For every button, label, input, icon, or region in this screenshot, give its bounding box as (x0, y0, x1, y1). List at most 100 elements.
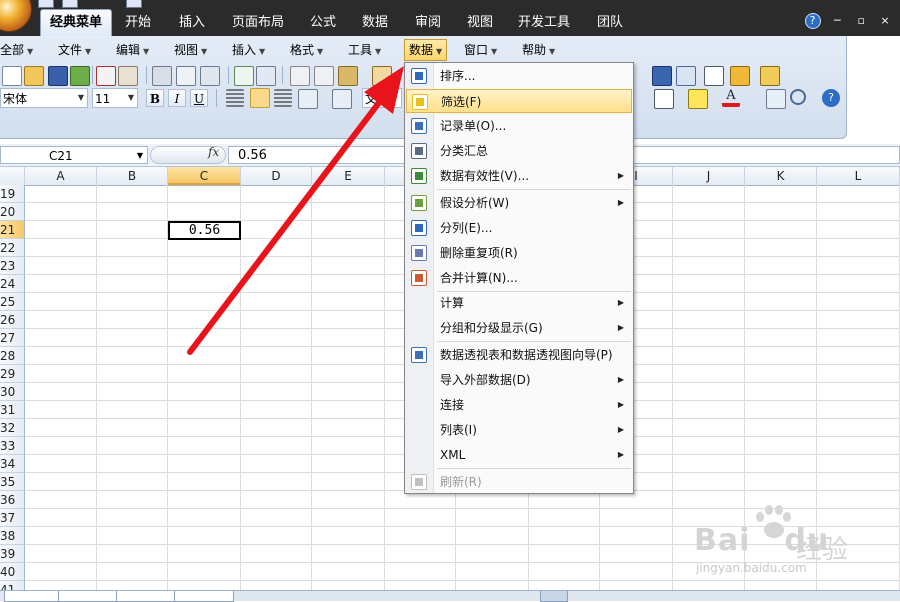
align-center-icon[interactable] (250, 88, 270, 108)
column-header[interactable]: C (168, 167, 241, 185)
menu-item[interactable]: 视图 ▼ (174, 40, 207, 60)
row-header[interactable]: 28 (0, 347, 25, 365)
ribbon-tab[interactable]: 审阅 (404, 10, 452, 36)
help-icon[interactable]: ? (822, 89, 840, 107)
font-name-select[interactable]: 宋体 ▼ (0, 88, 88, 108)
column-header[interactable]: D (241, 167, 312, 185)
sheet-tab[interactable] (116, 591, 176, 602)
drawing-icon[interactable] (676, 66, 696, 86)
minimize-icon[interactable]: ─ (830, 14, 844, 28)
open-folder-icon[interactable] (24, 66, 44, 86)
row-header[interactable]: 29 (0, 365, 25, 383)
wrap-text-icon[interactable] (332, 89, 352, 109)
ribbon-tab[interactable]: 公式 (300, 10, 346, 36)
save-icon[interactable] (48, 66, 68, 86)
row-header[interactable]: 33 (0, 437, 25, 455)
row-header[interactable]: 19 (0, 185, 25, 203)
ribbon-tab[interactable]: 经典菜单 (40, 9, 112, 36)
sheet-nav-buttons[interactable] (4, 591, 60, 602)
column-header[interactable]: K (745, 167, 817, 185)
insert-function-icon[interactable]: fx (208, 145, 219, 159)
print-preview-icon[interactable] (176, 66, 196, 86)
row-header[interactable]: 39 (0, 545, 25, 563)
data-menu-item[interactable]: 数据透视表和数据透视图向导(P) (406, 343, 632, 367)
menu-item[interactable]: 插入 ▼ (232, 40, 265, 60)
data-menu-item[interactable]: 数据有效性(V)... ▶ (406, 164, 632, 188)
chart-icon[interactable] (652, 66, 672, 86)
undo-icon[interactable] (62, 0, 78, 8)
print-icon[interactable] (152, 66, 172, 86)
paste-icon[interactable] (338, 66, 358, 86)
pdf-icon[interactable] (96, 66, 116, 86)
menu-item[interactable]: 格式 ▼ (290, 40, 323, 60)
row-header[interactable]: 32 (0, 419, 25, 437)
underline-button[interactable]: U (190, 89, 208, 107)
spelling-icon[interactable] (234, 66, 254, 86)
data-menu-item[interactable]: 连接 ▶ (406, 393, 632, 417)
ribbon-tab[interactable]: 视图 (456, 10, 504, 36)
align-left-icon[interactable] (226, 89, 244, 107)
permission-icon[interactable] (70, 66, 90, 86)
new-document-icon[interactable] (2, 66, 22, 86)
data-menu-item[interactable]: 筛选(F) (406, 89, 632, 113)
folder-icon[interactable] (760, 66, 780, 86)
row-header[interactable]: 22 (0, 239, 25, 257)
email-icon[interactable] (118, 66, 138, 86)
gallery-icon[interactable] (766, 89, 786, 109)
ribbon-tab[interactable]: 数据 (350, 10, 400, 36)
row-header[interactable]: 21 (0, 221, 25, 239)
row-header[interactable]: 40 (0, 563, 25, 581)
column-header[interactable]: E (312, 167, 385, 185)
menu-item[interactable]: 编辑 ▼ (116, 40, 149, 60)
ribbon-tab[interactable]: 开始 (112, 10, 164, 36)
redo-icon[interactable] (126, 0, 142, 8)
help-icon[interactable]: ? (804, 13, 821, 29)
data-menu-item[interactable]: 导入外部数据(D) ▶ (406, 368, 632, 392)
menu-item[interactable]: 数据 ▼ (404, 39, 448, 61)
zoom-icon[interactable] (790, 89, 806, 105)
italic-button[interactable]: I (168, 89, 186, 107)
borders-icon[interactable] (654, 89, 674, 109)
menu-item[interactable]: 全部 ▼ (0, 40, 33, 60)
name-box[interactable]: C21 ▼ (0, 146, 148, 164)
text-style-select[interactable]: 文 (362, 88, 402, 108)
row-header[interactable]: 36 (0, 491, 25, 509)
data-menu-item[interactable]: 分列(E)... (406, 216, 632, 240)
cut-icon[interactable] (290, 66, 310, 86)
format-painter-icon[interactable] (372, 66, 392, 86)
fill-color-icon[interactable] (688, 89, 708, 109)
row-header[interactable]: 26 (0, 311, 25, 329)
active-cell[interactable]: 0.56 (168, 221, 241, 240)
bold-button[interactable]: B (146, 89, 164, 107)
row-header[interactable]: 24 (0, 275, 25, 293)
row-header[interactable]: 37 (0, 509, 25, 527)
close-icon[interactable]: × (878, 14, 892, 28)
select-all-corner[interactable] (0, 167, 25, 185)
row-header[interactable]: 38 (0, 527, 25, 545)
row-header[interactable]: 35 (0, 473, 25, 491)
ribbon-tab[interactable]: 开发工具 (508, 10, 580, 36)
row-header[interactable]: 20 (0, 203, 25, 221)
data-menu-item[interactable]: 删除重复项(R) (406, 241, 632, 265)
data-menu-item[interactable]: 计算 ▶ (406, 291, 632, 315)
sheet-tab[interactable] (174, 591, 234, 602)
ribbon-tab[interactable]: 页面布局 (220, 10, 296, 36)
restore-icon[interactable]: ▫ (854, 14, 868, 28)
table-grid-icon[interactable] (704, 66, 724, 86)
data-menu-item[interactable]: 分类汇总 (406, 139, 632, 163)
data-menu-item[interactable]: 列表(I) ▶ (406, 418, 632, 442)
data-menu-item[interactable]: 排序... (406, 64, 632, 88)
column-header[interactable]: A (25, 167, 97, 185)
font-size-select[interactable]: 11 ▼ (92, 88, 138, 108)
copy-icon[interactable] (314, 66, 334, 86)
data-menu-item[interactable]: 合并计算(N)... (406, 266, 632, 290)
ribbon-tab[interactable]: 插入 (168, 10, 216, 36)
merge-center-icon[interactable] (298, 89, 318, 109)
data-menu-item[interactable]: XML ▶ (406, 443, 632, 467)
row-header[interactable]: 27 (0, 329, 25, 347)
horizontal-scrollbar[interactable] (540, 591, 568, 602)
menu-item[interactable]: 帮助 ▼ (522, 40, 555, 60)
column-header[interactable]: L (817, 167, 900, 185)
layout-icon[interactable] (200, 66, 220, 86)
column-header[interactable]: B (97, 167, 168, 185)
